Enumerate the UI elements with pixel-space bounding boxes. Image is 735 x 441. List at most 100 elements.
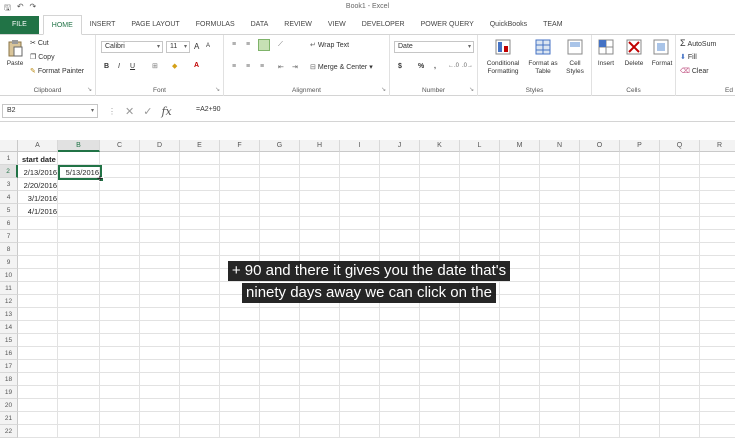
cell-a2[interactable]: 2/13/2016 bbox=[19, 166, 59, 179]
decrease-indent-icon[interactable]: ⇤ bbox=[278, 63, 284, 71]
delete-button[interactable]: Delete bbox=[620, 60, 648, 68]
increase-indent-icon[interactable]: ⇥ bbox=[292, 63, 298, 71]
column-header-h[interactable]: H bbox=[300, 140, 340, 152]
font-size-select[interactable]: 11 ▾ bbox=[166, 41, 190, 53]
row-header-1[interactable]: 1 bbox=[0, 152, 18, 165]
row-header-8[interactable]: 8 bbox=[0, 243, 18, 256]
tab-power-query[interactable]: POWER QUERY bbox=[413, 16, 482, 34]
underline-button[interactable]: U bbox=[130, 63, 135, 70]
comma-button[interactable]: , bbox=[434, 63, 436, 70]
autosum-button[interactable]: Σ AutoSum bbox=[680, 38, 716, 48]
column-header-f[interactable]: F bbox=[220, 140, 260, 152]
column-header-r[interactable]: R bbox=[700, 140, 735, 152]
column-header-j[interactable]: J bbox=[380, 140, 420, 152]
format-painter-button[interactable]: ✎ Format Painter bbox=[30, 67, 84, 75]
column-header-g[interactable]: G bbox=[260, 140, 300, 152]
name-box[interactable]: B2 ▾ bbox=[2, 104, 98, 118]
number-format-select[interactable]: Date ▾ bbox=[394, 41, 474, 53]
cell-styles-icon[interactable] bbox=[566, 38, 584, 56]
insert-cells-icon[interactable] bbox=[597, 38, 615, 56]
cell-a5[interactable]: 4/1/2016 bbox=[19, 205, 59, 218]
tab-team[interactable]: TEAM bbox=[535, 16, 570, 34]
shrink-font-button[interactable]: A bbox=[206, 43, 210, 49]
currency-button[interactable]: $ bbox=[398, 63, 402, 70]
row-header-13[interactable]: 13 bbox=[0, 308, 18, 321]
row-header-2[interactable]: 2 bbox=[0, 165, 18, 178]
clear-button[interactable]: ⌫ Clear bbox=[680, 67, 709, 75]
column-header-c[interactable]: C bbox=[100, 140, 140, 152]
tab-home[interactable]: HOME bbox=[42, 15, 82, 35]
column-header-p[interactable]: P bbox=[620, 140, 660, 152]
paste-icon[interactable] bbox=[6, 39, 24, 57]
format-button[interactable]: Format bbox=[648, 60, 676, 68]
row-header-12[interactable]: 12 bbox=[0, 295, 18, 308]
delete-cells-icon[interactable] bbox=[625, 38, 643, 56]
dialog-launcher-icon[interactable]: ↘ bbox=[215, 86, 220, 93]
orientation-icon[interactable]: ⟋ bbox=[278, 41, 283, 49]
wrap-text-button[interactable]: ↵ Wrap Text bbox=[310, 41, 349, 49]
row-header-11[interactable]: 11 bbox=[0, 282, 18, 295]
tab-file[interactable]: FILE bbox=[0, 16, 39, 34]
row-header-5[interactable]: 5 bbox=[0, 204, 18, 217]
conditional-formatting-icon[interactable] bbox=[494, 38, 512, 56]
row-header-21[interactable]: 21 bbox=[0, 412, 18, 425]
grow-font-button[interactable]: A bbox=[194, 42, 199, 51]
row-header-16[interactable]: 16 bbox=[0, 347, 18, 360]
percent-button[interactable]: % bbox=[418, 63, 424, 70]
copy-button[interactable]: ❐ Copy bbox=[30, 53, 55, 61]
column-header-q[interactable]: Q bbox=[660, 140, 700, 152]
row-header-4[interactable]: 4 bbox=[0, 191, 18, 204]
row-header-17[interactable]: 17 bbox=[0, 360, 18, 373]
tab-data[interactable]: DATA bbox=[243, 16, 277, 34]
fill-color-icon[interactable]: ◆ bbox=[172, 62, 177, 70]
tab-formulas[interactable]: FORMULAS bbox=[188, 16, 243, 34]
row-header-9[interactable]: 9 bbox=[0, 256, 18, 269]
tab-page-layout[interactable]: PAGE LAYOUT bbox=[123, 16, 187, 34]
dialog-launcher-icon[interactable]: ↘ bbox=[469, 86, 474, 93]
row-header-18[interactable]: 18 bbox=[0, 373, 18, 386]
tab-developer[interactable]: DEVELOPER bbox=[354, 16, 413, 34]
row-header-7[interactable]: 7 bbox=[0, 230, 18, 243]
cut-button[interactable]: ✂ Cut bbox=[30, 39, 49, 47]
format-cells-icon[interactable] bbox=[652, 38, 670, 56]
tab-review[interactable]: REVIEW bbox=[276, 16, 320, 34]
row-header-10[interactable]: 10 bbox=[0, 269, 18, 282]
column-header-d[interactable]: D bbox=[140, 140, 180, 152]
dialog-launcher-icon[interactable]: ↘ bbox=[381, 86, 386, 93]
bold-button[interactable]: B bbox=[104, 63, 109, 70]
row-header-6[interactable]: 6 bbox=[0, 217, 18, 230]
tab-insert[interactable]: INSERT bbox=[82, 16, 124, 34]
merge-center-button[interactable]: ⊟ Merge & Center ▾ bbox=[310, 63, 373, 71]
align-left-icon[interactable]: ≡ bbox=[232, 63, 236, 70]
align-bottom-icon[interactable] bbox=[258, 39, 270, 51]
format-as-table-button[interactable]: Format as Table bbox=[526, 60, 560, 76]
tab-quickbooks[interactable]: QuickBooks bbox=[482, 16, 535, 34]
increase-decimal-icon[interactable]: ←.0 bbox=[448, 63, 459, 69]
conditional-formatting-button[interactable]: Conditional Formatting bbox=[480, 60, 526, 76]
borders-icon[interactable]: ⊞ bbox=[152, 62, 158, 70]
select-all-corner[interactable] bbox=[0, 140, 18, 152]
italic-button[interactable]: I bbox=[118, 63, 120, 70]
cancel-icon[interactable]: ✕ bbox=[125, 105, 134, 118]
decrease-decimal-icon[interactable]: .0→ bbox=[462, 63, 473, 69]
align-top-icon[interactable]: ≡ bbox=[232, 41, 236, 48]
align-right-icon[interactable]: ≡ bbox=[260, 63, 264, 70]
paste-label[interactable]: Paste bbox=[3, 60, 27, 68]
column-header-a[interactable]: A bbox=[18, 140, 58, 152]
cell-styles-button[interactable]: Cell Styles bbox=[560, 60, 590, 76]
font-color-icon[interactable]: A bbox=[194, 62, 199, 69]
insert-button[interactable]: Insert bbox=[594, 60, 618, 68]
format-as-table-icon[interactable] bbox=[534, 38, 552, 56]
row-header-14[interactable]: 14 bbox=[0, 321, 18, 334]
row-header-19[interactable]: 19 bbox=[0, 386, 18, 399]
fill-button[interactable]: ⬇ Fill bbox=[680, 53, 697, 61]
row-header-20[interactable]: 20 bbox=[0, 399, 18, 412]
insert-function-icon[interactable]: fx bbox=[161, 105, 171, 118]
column-header-o[interactable]: O bbox=[580, 140, 620, 152]
column-header-m[interactable]: M bbox=[500, 140, 540, 152]
row-header-22[interactable]: 22 bbox=[0, 425, 18, 438]
column-header-k[interactable]: K bbox=[420, 140, 460, 152]
row-header-15[interactable]: 15 bbox=[0, 334, 18, 347]
font-family-select[interactable]: Calibri ▾ bbox=[101, 41, 163, 53]
row-header-3[interactable]: 3 bbox=[0, 178, 18, 191]
